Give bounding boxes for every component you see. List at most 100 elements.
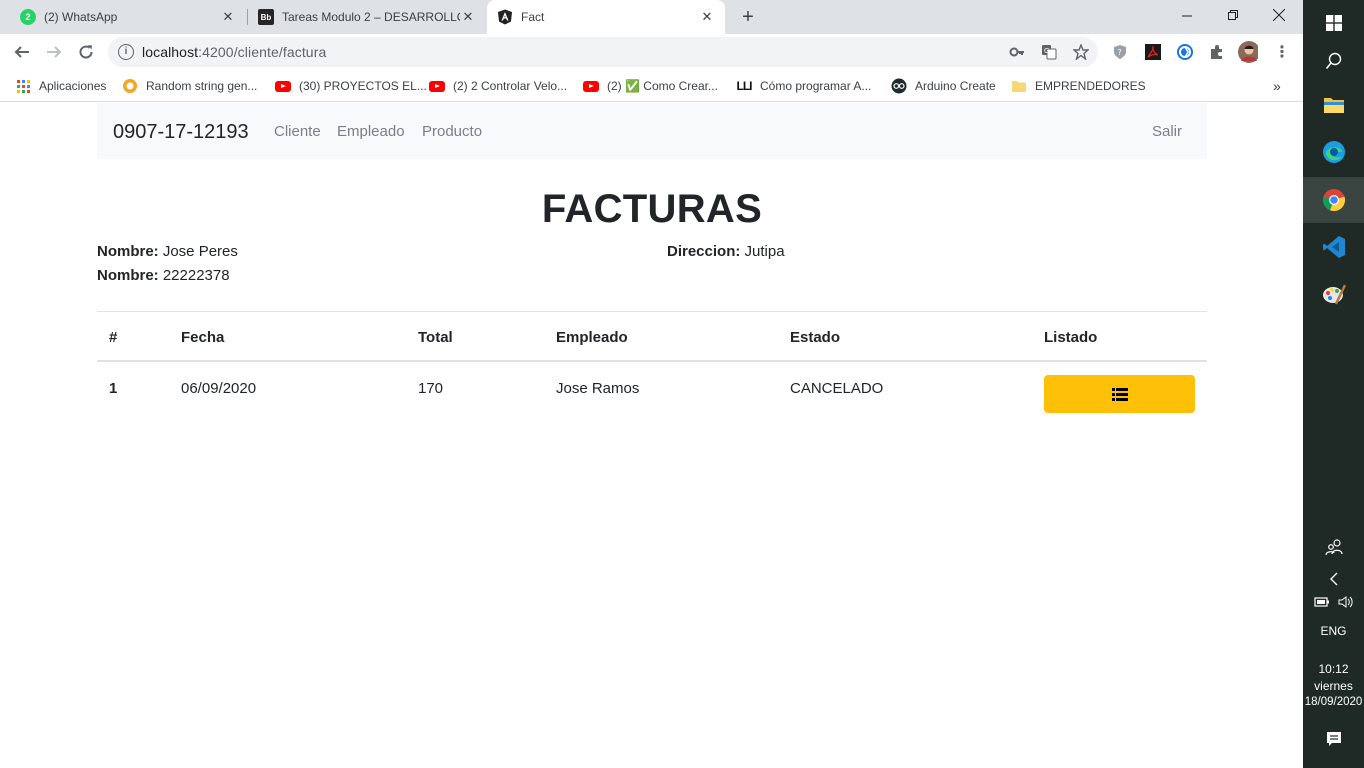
back-button[interactable] xyxy=(10,40,34,64)
paint-icon[interactable] xyxy=(1303,271,1364,317)
random-string-icon xyxy=(122,78,138,94)
nav-link-salir[interactable]: Salir xyxy=(1152,123,1182,140)
bookmark-label: (2) 2 Controlar Velo... xyxy=(453,79,568,93)
translate-icon[interactable]: G xyxy=(1040,43,1058,61)
table-row: 1 06/09/2020 170 Jose Ramos CANCELADO xyxy=(97,362,1207,424)
vscode-icon[interactable] xyxy=(1303,224,1364,270)
angular-icon xyxy=(497,9,513,25)
svg-text:?: ? xyxy=(1118,48,1122,57)
file-explorer-icon[interactable] xyxy=(1303,82,1364,128)
bookmark-random-string[interactable]: Random string gen... xyxy=(122,76,257,96)
browser-window: 2 (2) WhatsApp ✕ Bb Tareas Modulo 2 – DE… xyxy=(0,0,1303,768)
notifications-icon[interactable] xyxy=(1303,716,1364,762)
download-manager-icon[interactable] xyxy=(1175,42,1195,62)
bookmarks-bar: Aplicaciones Random string gen... (30) P… xyxy=(0,70,1303,102)
svg-text:G: G xyxy=(1044,47,1049,55)
client-nit-label: Nombre: xyxy=(97,267,159,284)
tab-whatsapp[interactable]: 2 (2) WhatsApp ✕ xyxy=(0,0,246,34)
bookmark-label: Random string gen... xyxy=(146,79,258,93)
minimize-button[interactable] xyxy=(1164,0,1210,30)
col-header-estado: Estado xyxy=(790,329,841,346)
tab-strip: 2 (2) WhatsApp ✕ Bb Tareas Modulo 2 – DE… xyxy=(0,0,1303,34)
client-name: Nombre: Jose Peres xyxy=(97,243,238,260)
tab-title: Fact xyxy=(521,10,545,24)
battery-icon[interactable] xyxy=(1313,596,1330,608)
restore-button[interactable] xyxy=(1210,0,1256,30)
app-navbar: 0907-17-12193 Cliente Empleado Producto … xyxy=(97,103,1207,159)
page-title: FACTURAS xyxy=(541,187,763,231)
chrome-icon[interactable] xyxy=(1303,177,1364,223)
bookmark-label: Aplicaciones xyxy=(39,79,107,93)
extensions-puzzle-icon[interactable] xyxy=(1207,42,1227,62)
bookmark-proyectos[interactable]: (30) PROYECTOS EL... xyxy=(275,76,427,96)
clock-date[interactable]: 18/09/2020 xyxy=(1303,696,1364,708)
bookmark-label: Arduino Create xyxy=(915,79,996,93)
client-name-label: Nombre: xyxy=(97,243,159,260)
bookmark-label: Cómo programar A... xyxy=(760,79,872,93)
profile-avatar[interactable] xyxy=(1238,41,1258,63)
youtube-icon xyxy=(583,78,599,94)
site-info-icon[interactable]: i xyxy=(118,44,134,60)
tab-fact[interactable]: Fact ✕ xyxy=(487,0,725,34)
col-header-total: Total xyxy=(418,329,453,346)
more-bookmarks-icon[interactable]: » xyxy=(1273,76,1281,96)
nav-link-producto[interactable]: Producto xyxy=(422,123,482,140)
close-window-button[interactable] xyxy=(1256,0,1302,30)
apps-grid-icon xyxy=(15,78,31,94)
bookmark-controlar-velo[interactable]: (2) 2 Controlar Velo... xyxy=(429,76,567,96)
nav-link-empleado[interactable]: Empleado xyxy=(337,123,405,140)
system-tray xyxy=(1303,596,1364,608)
bookmark-arduino-create[interactable]: Arduino Create xyxy=(891,76,996,96)
client-address-label: Direccion: xyxy=(667,243,741,260)
client-address: Direccion: Jutipa xyxy=(667,243,785,260)
clock-time[interactable]: 10:12 xyxy=(1303,662,1364,676)
bookmark-label: (30) PROYECTOS EL... xyxy=(299,79,427,93)
col-header-fecha: Fecha xyxy=(181,329,225,346)
address-bar[interactable]: i localhost:4200/cliente/factura G xyxy=(108,37,1098,67)
clock-day[interactable]: viernes xyxy=(1303,679,1364,693)
bookmark-star-icon[interactable] xyxy=(1072,43,1090,61)
navbar-brand[interactable]: 0907-17-12193 xyxy=(113,121,249,144)
folder-icon xyxy=(1011,78,1027,94)
close-tab-icon[interactable]: ✕ xyxy=(460,9,476,25)
windows-taskbar: ENG 10:12 viernes 18/09/2020 xyxy=(1303,0,1364,768)
new-tab-button[interactable]: + xyxy=(738,7,758,27)
nav-link-cliente[interactable]: Cliente xyxy=(274,123,321,140)
tab-title: (2) WhatsApp xyxy=(44,10,118,24)
url-text[interactable]: localhost:4200/cliente/factura xyxy=(142,44,326,60)
youtube-icon xyxy=(429,78,445,94)
list-icon xyxy=(1111,387,1128,401)
bookmark-como-programar[interactable]: LLI Cómo programar A... xyxy=(736,76,872,96)
col-header-number: # xyxy=(109,329,118,346)
view-list-button[interactable] xyxy=(1044,375,1195,413)
key-icon[interactable] xyxy=(1008,43,1026,61)
whatsapp-icon: 2 xyxy=(20,9,36,25)
browser-toolbar: i localhost:4200/cliente/factura G ? ⋮ xyxy=(0,34,1303,70)
tab-tareas[interactable]: Bb Tareas Modulo 2 – DESARROLLO WEB ✕ xyxy=(248,0,486,34)
language-indicator[interactable]: ENG xyxy=(1303,624,1364,638)
chrome-menu-icon[interactable]: ⋮ xyxy=(1272,42,1292,62)
page-content: 0907-17-12193 Cliente Empleado Producto … xyxy=(0,103,1303,768)
forward-button[interactable] xyxy=(42,40,66,64)
edge-icon[interactable] xyxy=(1303,129,1364,175)
bookmark-label: EMPRENDEDORES xyxy=(1035,79,1146,93)
bookmark-label: (2) ✅ Como Crear... xyxy=(607,79,718,93)
cell-fecha: 06/09/2020 xyxy=(181,380,257,397)
client-name-value: Jose Peres xyxy=(162,243,238,260)
pdf-extension-icon[interactable] xyxy=(1143,42,1163,62)
cell-number: 1 xyxy=(109,380,118,397)
blackboard-icon: Bb xyxy=(258,9,274,25)
table-header: # Fecha Total Empleado Estado Listado xyxy=(97,312,1207,362)
reload-button[interactable] xyxy=(74,40,98,64)
close-tab-icon[interactable]: ✕ xyxy=(220,9,236,25)
cell-empleado: Jose Ramos xyxy=(556,380,640,397)
bookmark-emprendedores[interactable]: EMPRENDEDORES xyxy=(1011,76,1146,96)
search-icon[interactable] xyxy=(1303,38,1364,84)
extension-shield-icon[interactable]: ? xyxy=(1110,42,1130,62)
client-nit: Nombre: 22222378 xyxy=(97,267,230,284)
close-tab-icon[interactable]: ✕ xyxy=(699,9,715,25)
col-header-empleado: Empleado xyxy=(556,329,628,346)
volume-icon[interactable] xyxy=(1338,596,1354,608)
bookmark-apps[interactable]: Aplicaciones xyxy=(15,76,106,96)
bookmark-como-crear[interactable]: (2) ✅ Como Crear... xyxy=(583,76,718,96)
